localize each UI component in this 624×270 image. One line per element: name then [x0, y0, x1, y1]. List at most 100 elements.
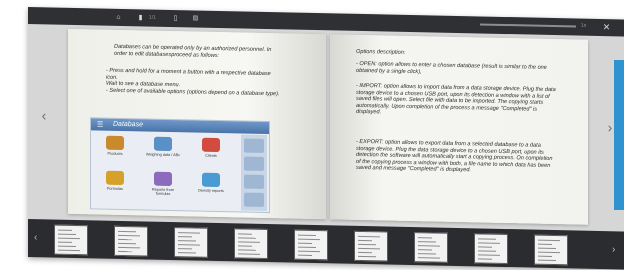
- thumbnail-line: [118, 238, 132, 241]
- thumbnail-page[interactable]: [114, 225, 148, 257]
- db-tile-reports-formulas[interactable]: Reports from formulas: [145, 171, 181, 196]
- thumbnail-line: [478, 242, 500, 244]
- thumbnail-line: [538, 259, 556, 262]
- thumbnail-line: [178, 244, 200, 246]
- db-tile-label: Weighing data / ABc: [145, 152, 181, 158]
- thumbnail-line: [238, 233, 252, 235]
- thumbnail-page[interactable]: [354, 230, 388, 262]
- thumbnail-line: [178, 252, 196, 254]
- thumbnail-line: [298, 254, 312, 256]
- weighing-icon: [154, 136, 172, 152]
- prev-page-button[interactable]: ‹: [36, 107, 52, 123]
- thumbnail-page[interactable]: [294, 229, 328, 261]
- left-page[interactable]: Databases can be operated only by an aut…: [68, 28, 326, 220]
- thumbnail-line: [178, 232, 200, 234]
- thumbnail-line: [58, 245, 76, 248]
- thumbnail-line: [58, 237, 80, 240]
- thumbnail-next-button[interactable]: ›: [612, 244, 615, 255]
- db-tile-label: Clients: [205, 153, 217, 158]
- thumbnail-line: [238, 249, 256, 251]
- thumbnail-line: [238, 237, 256, 239]
- database-side-menu: [241, 134, 267, 212]
- clients-icon: [202, 137, 220, 153]
- thumbnail-line: [118, 246, 140, 249]
- thumbnail-line: [178, 236, 192, 238]
- thumbnail-line: [298, 242, 312, 244]
- thumbnail-line: [418, 249, 432, 251]
- zoom-slider[interactable]: [480, 23, 576, 28]
- thumbnail-page[interactable]: [174, 227, 208, 258]
- thumbnail-page[interactable]: [414, 232, 448, 263]
- thumbnail-line: [418, 253, 436, 255]
- db-tile-label: Products: [107, 151, 123, 156]
- thumbnail-line: [478, 246, 492, 248]
- thumbnail-page[interactable]: [234, 228, 268, 260]
- thumbnail-line: [418, 241, 436, 243]
- thumbnail-line: [178, 240, 196, 242]
- thumbnail-page[interactable]: [54, 224, 88, 256]
- thumbnail-line: [118, 230, 136, 233]
- formulas-icon: [106, 170, 124, 186]
- thumbnail-line: [298, 246, 316, 249]
- thumbnail-page[interactable]: [474, 233, 508, 265]
- thumbnail-line: [58, 241, 72, 243]
- thumbnail-line: [358, 235, 380, 238]
- back-option-icon[interactable]: [244, 192, 264, 207]
- book-spread: Databases can be operated only by an aut…: [68, 28, 588, 225]
- db-tile-formulas[interactable]: Formulas: [97, 170, 133, 191]
- open-description: - OPEN: option allows to enter a chosen …: [356, 60, 547, 75]
- thumbnail-page[interactable]: [534, 234, 568, 266]
- thumbnail-line: [298, 238, 320, 241]
- thumbnail-line: [538, 255, 552, 257]
- thumbnail-line: [178, 248, 192, 250]
- thumbnail-line: [358, 251, 372, 254]
- thumbnail-line: [538, 251, 560, 254]
- import-description: - IMPORT: option allows to import data f…: [356, 82, 556, 116]
- thumbnail-line: [58, 249, 80, 252]
- export-option-icon[interactable]: [244, 174, 264, 189]
- db-tile-clients[interactable]: Clients: [193, 137, 229, 158]
- home-icon[interactable]: ⌂: [114, 13, 123, 22]
- products-icon: [106, 135, 124, 151]
- db-tile-density-reports[interactable]: Density reports: [193, 172, 229, 193]
- page-indicator: 1/1: [149, 14, 156, 21]
- thumbnail-line: [118, 242, 136, 245]
- thumbnail-line: [418, 257, 440, 259]
- intro-text: Databases can be operated only by an aut…: [114, 43, 272, 59]
- settings-icon[interactable]: ▤: [191, 14, 200, 23]
- thumbnail-line: [298, 250, 320, 253]
- db-tile-weighing[interactable]: Weighing data / ABc: [145, 136, 181, 157]
- density-icon: [202, 172, 220, 188]
- thumbnail-line: [538, 243, 552, 245]
- thumbnail-line: [358, 243, 376, 246]
- options-heading: Options description:: [356, 48, 406, 56]
- thumbnail-line: [538, 239, 560, 242]
- database-header: ☰ Database: [91, 118, 269, 135]
- thumbnail-prev-button[interactable]: ‹: [34, 232, 37, 243]
- open-option-icon[interactable]: [244, 138, 264, 153]
- database-panel: ☰ Database Products Weighing data / ABc …: [90, 117, 270, 214]
- import-option-icon[interactable]: [244, 156, 264, 171]
- thumbnail-line: [478, 254, 500, 256]
- thumbnail-line: [358, 247, 380, 250]
- db-tile-label: Formulas: [107, 186, 123, 191]
- single-page-icon[interactable]: ▮: [136, 13, 145, 22]
- thumbnail-line: [58, 229, 72, 231]
- thumbnail-line: [358, 239, 372, 242]
- thumbnail-line: [418, 245, 440, 247]
- close-icon[interactable]: ✕: [602, 22, 611, 32]
- thumbnail-strip: ‹ ›: [28, 219, 624, 270]
- book-viewer: ⌂ ▮ 1/1 ▯ ▤ 1x ✕ ‹ › Databases can be op…: [28, 7, 624, 270]
- thumbnail-line: [238, 245, 252, 247]
- reports-icon: [154, 171, 172, 187]
- thumbnail-line: [238, 241, 260, 243]
- thumbnail-line: [58, 233, 76, 236]
- double-page-icon[interactable]: ▯: [171, 14, 180, 23]
- thumbnail-line: [238, 253, 260, 255]
- export-description: - EXPORT: option allows to export data f…: [356, 138, 553, 174]
- db-tile-products[interactable]: Products: [97, 135, 133, 156]
- thumbnail-line: [298, 234, 316, 237]
- thumbnail-line: [118, 250, 132, 253]
- right-page[interactable]: Options description: - OPEN: option allo…: [330, 34, 588, 225]
- thumbnail-line: [478, 238, 496, 240]
